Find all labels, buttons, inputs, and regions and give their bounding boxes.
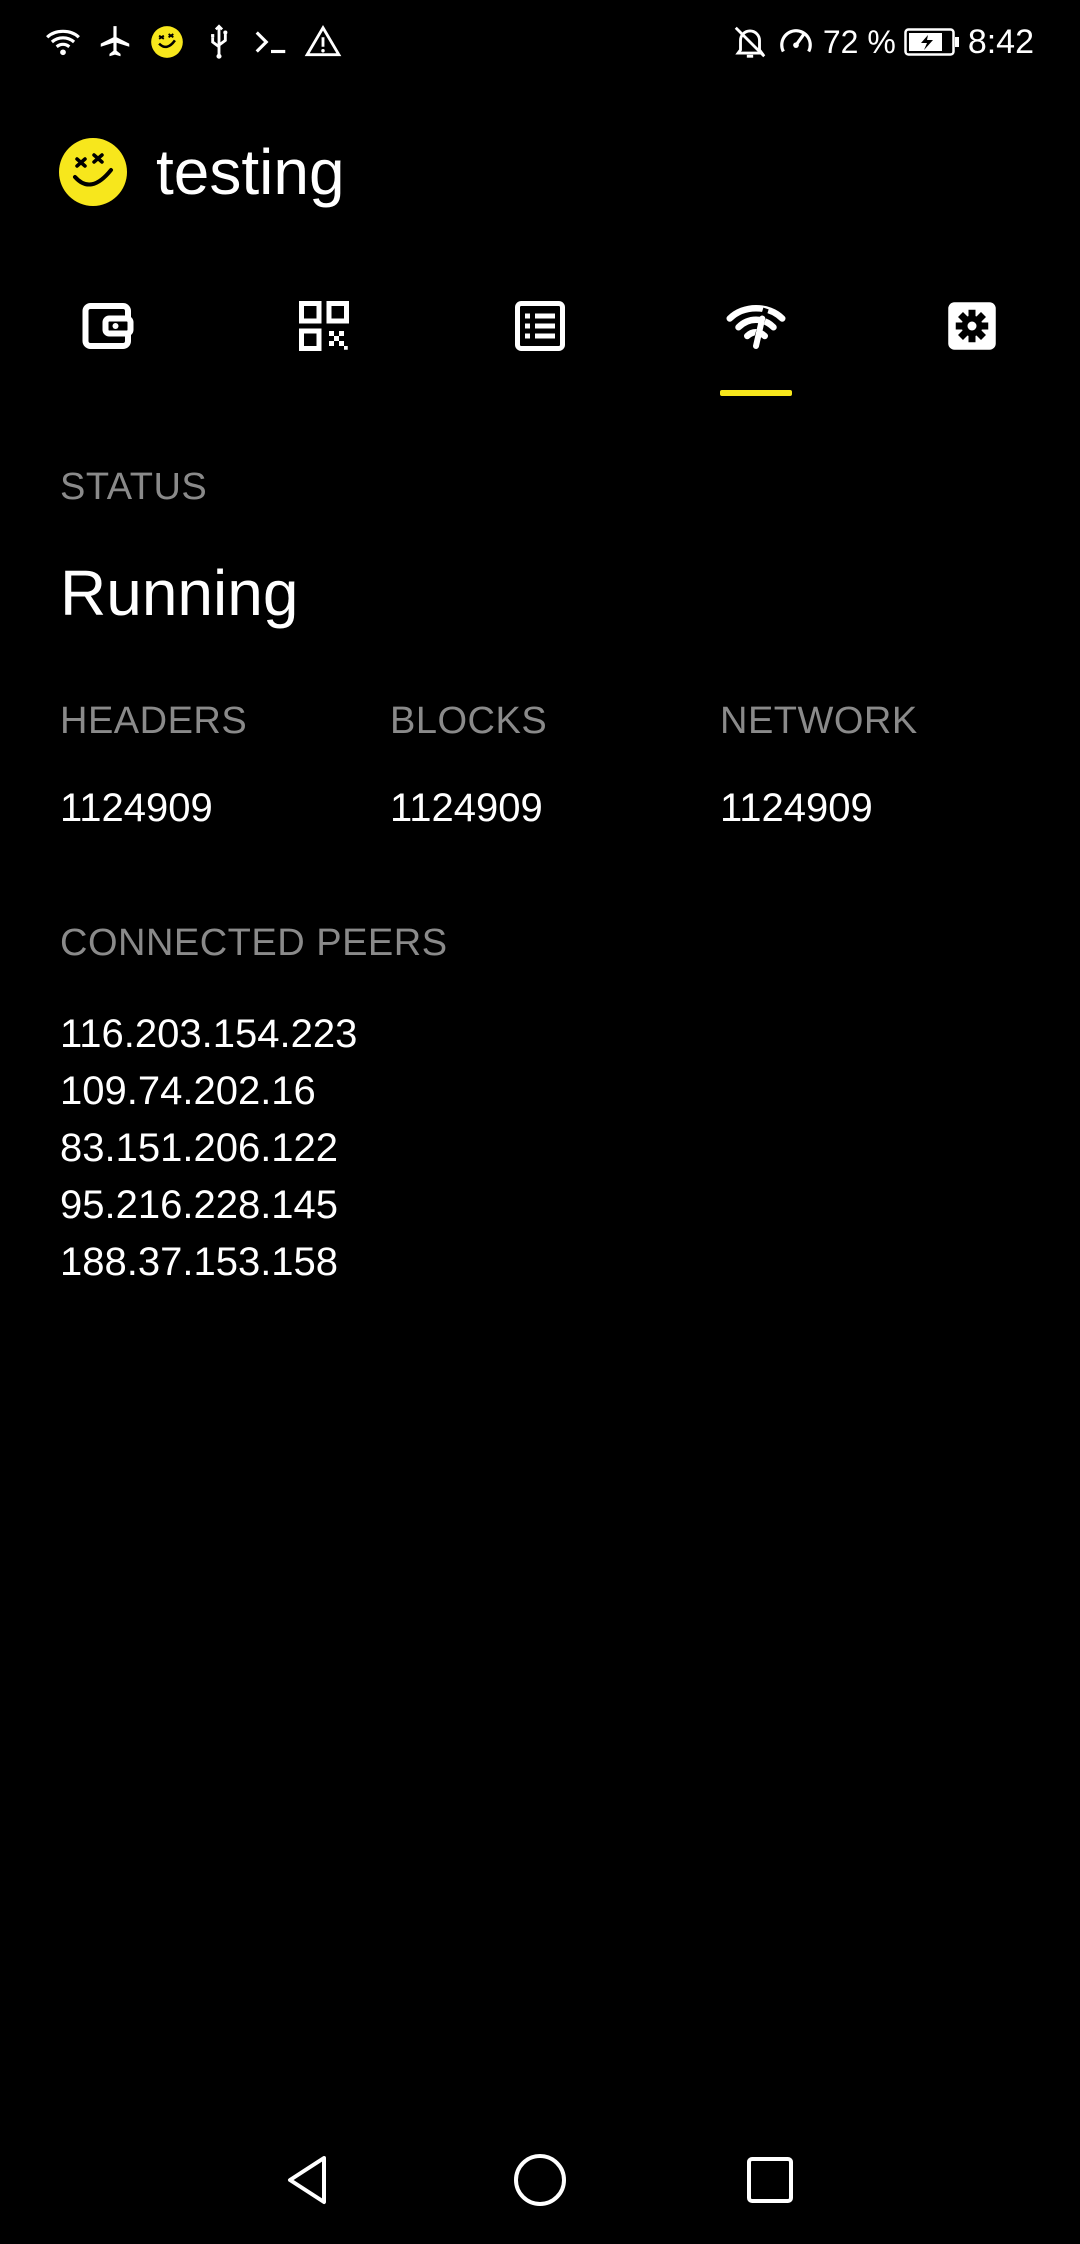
back-icon bbox=[288, 2156, 326, 2204]
terminal-icon bbox=[255, 31, 286, 54]
peer-address: 109.74.202.16 bbox=[60, 1069, 316, 1113]
qr-code-icon bbox=[299, 301, 349, 351]
recents-icon bbox=[747, 2157, 793, 2203]
battery-percent: 72 % bbox=[822, 24, 896, 60]
peer-address: 116.203.154.223 bbox=[60, 1012, 358, 1056]
battery-charging-icon bbox=[904, 28, 959, 56]
status-bar-left bbox=[44, 22, 342, 62]
headers-label: HEADERS bbox=[60, 700, 248, 742]
wifi-icon bbox=[46, 29, 80, 56]
network-label: NETWORK bbox=[720, 700, 918, 742]
blocks-label: BLOCKS bbox=[390, 700, 548, 742]
status-bar: 72 % 8:42 bbox=[0, 0, 1080, 84]
tab-network[interactable] bbox=[696, 280, 816, 400]
status-label: STATUS bbox=[60, 466, 208, 508]
home-icon bbox=[514, 2154, 566, 2206]
status-value: Running bbox=[60, 557, 299, 629]
wallet-icon bbox=[82, 303, 134, 349]
tab-transactions[interactable] bbox=[480, 280, 600, 400]
wallet-name-title: testing bbox=[156, 136, 345, 208]
clock: 8:42 bbox=[967, 23, 1034, 61]
network-signal-icon bbox=[726, 304, 786, 350]
peer-address: 188.37.153.158 bbox=[60, 1240, 339, 1284]
recents-button[interactable] bbox=[740, 2150, 800, 2210]
status-bar-right: 72 % 8:42 bbox=[731, 22, 1034, 62]
peer-address: 83.151.206.122 bbox=[60, 1126, 339, 1170]
tab-receive-qr[interactable] bbox=[264, 280, 384, 400]
settings-gear-icon bbox=[948, 302, 996, 350]
warning-icon bbox=[304, 24, 342, 57]
peer-address: 95.216.228.145 bbox=[60, 1183, 339, 1227]
network-value: 1124909 bbox=[720, 786, 873, 830]
list-icon bbox=[515, 301, 565, 351]
airplane-icon bbox=[100, 26, 130, 57]
app-header: testing bbox=[58, 136, 345, 208]
tab-bar bbox=[0, 280, 1080, 400]
speedometer-icon bbox=[780, 29, 812, 53]
usb-icon bbox=[211, 24, 228, 59]
active-tab-indicator bbox=[720, 390, 792, 396]
peer-list: 116.203.154.223 109.74.202.16 83.151.206… bbox=[60, 1006, 357, 1291]
blocks-value: 1124909 bbox=[390, 786, 543, 830]
back-button[interactable] bbox=[278, 2150, 338, 2210]
app-face-icon bbox=[151, 26, 183, 58]
headers-value: 1124909 bbox=[60, 786, 213, 830]
connected-peers-label: CONNECTED PEERS bbox=[60, 922, 448, 964]
home-button[interactable] bbox=[510, 2150, 570, 2210]
tab-settings[interactable] bbox=[912, 280, 1032, 400]
bell-off-icon bbox=[734, 26, 766, 58]
tab-wallet[interactable] bbox=[48, 280, 168, 400]
smiley-logo-icon bbox=[59, 138, 127, 206]
system-nav-bar bbox=[0, 2130, 1080, 2230]
